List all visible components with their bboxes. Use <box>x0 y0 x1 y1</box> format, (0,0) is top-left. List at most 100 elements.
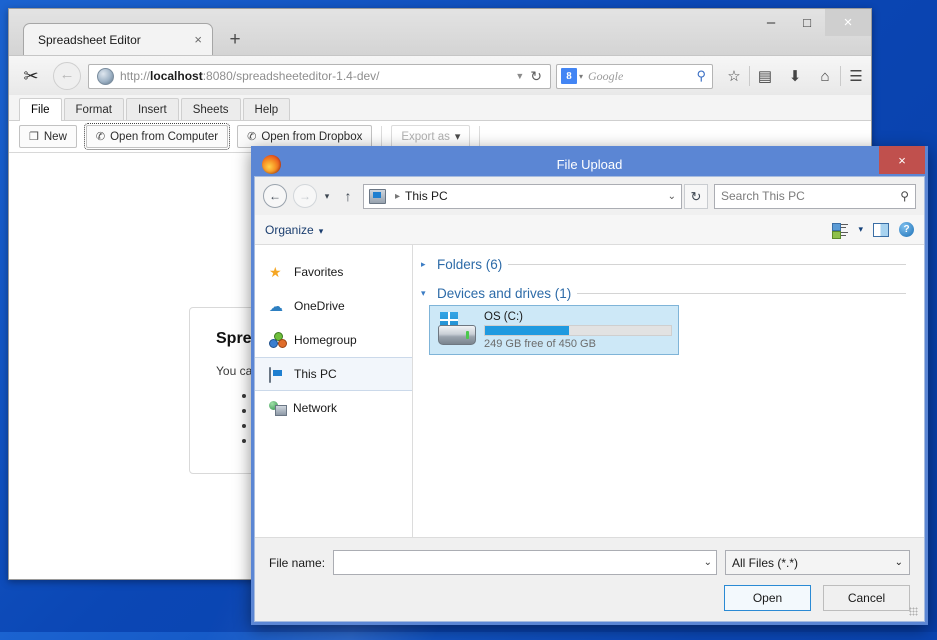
browser-navigation-toolbar: ✂ ← http://localhost:8080/spreadsheetedi… <box>9 55 871 97</box>
forward-button: → <box>293 184 317 208</box>
file-name-text[interactable] <box>338 554 698 571</box>
browser-tab[interactable]: Spreadsheet Editor × <box>23 23 213 55</box>
tab-format[interactable]: Format <box>63 98 124 120</box>
group-devices-and-drives: ▾ Devices and drives (1) OS (C:) 249 GB … <box>421 286 924 355</box>
tab-help[interactable]: Help <box>242 98 291 120</box>
export-as-label: Export as <box>401 130 450 143</box>
toolbar-divider <box>479 125 481 148</box>
back-button[interactable]: ← <box>263 184 287 208</box>
sidebar-item-label: Homegroup <box>294 333 357 347</box>
dialog-title-bar[interactable]: File Upload × <box>254 146 925 179</box>
group-header[interactable]: ▸ Folders (6) <box>421 257 924 272</box>
group-divider <box>508 264 906 265</box>
export-as-button[interactable]: Export as ▾ <box>391 125 471 148</box>
open-button[interactable]: Open <box>724 585 811 611</box>
reload-icon[interactable]: ↻ <box>530 68 546 85</box>
scissors-icon[interactable]: ✂ <box>9 66 53 87</box>
sidebar-item-label: This PC <box>294 367 337 381</box>
new-button[interactable]: ❐ New <box>19 125 77 148</box>
drive-info: OS (C:) 249 GB free of 450 GB <box>484 311 672 350</box>
search-placeholder: Google <box>588 68 624 83</box>
refresh-button[interactable]: ↻ <box>684 183 708 209</box>
search-input[interactable]: Search This PC ⚲ <box>714 183 916 209</box>
sidebar-item-this-pc[interactable]: This PC <box>255 357 412 391</box>
chevron-down-icon[interactable]: ▾ <box>421 288 431 299</box>
cancel-button[interactable]: Cancel <box>823 585 910 611</box>
search-placeholder: Search This PC <box>721 189 805 203</box>
breadcrumb-location: This PC <box>405 189 448 203</box>
open-from-dropbox-button[interactable]: ✆ Open from Dropbox <box>237 125 373 148</box>
organize-button[interactable]: Organize ▾ <box>265 223 323 237</box>
url-text: http://localhost:8080/spreadsheeteditor-… <box>120 69 380 83</box>
tab-insert[interactable]: Insert <box>125 98 179 120</box>
breadcrumb[interactable]: ▸ This PC ⌄ <box>363 183 682 209</box>
chevron-down-icon[interactable]: ▾ <box>579 72 583 81</box>
this-pc-icon <box>369 188 386 204</box>
resize-grip[interactable] <box>909 607 918 616</box>
file-type-filter[interactable]: All Files (*.*) ⌄ <box>725 550 910 575</box>
chevron-down-icon[interactable]: ▼ <box>509 71 530 81</box>
dialog-address-row: ← → ▾ ↑ ▸ This PC ⌄ ↻ Search This PC ⚲ <box>255 177 924 215</box>
search-icon[interactable]: ⚲ <box>696 68 706 84</box>
search-icon: ⚲ <box>900 189 909 203</box>
close-icon[interactable]: × <box>194 32 202 47</box>
open-from-dropbox-label: Open from Dropbox <box>261 130 363 143</box>
sidebar-item-label: OneDrive <box>294 299 345 313</box>
file-name-row: File name: ⌄ All Files (*.*) ⌄ <box>269 550 910 575</box>
cloud-icon: ☁ <box>269 298 283 314</box>
maximize-button[interactable]: □ <box>789 9 825 36</box>
chevron-right-icon[interactable]: ▸ <box>421 259 431 270</box>
tab-sheets[interactable]: Sheets <box>180 98 241 120</box>
sidebar-item-network[interactable]: Network <box>255 391 412 425</box>
minimize-button[interactable]: – <box>753 9 789 44</box>
dialog-title: File Upload <box>556 156 623 172</box>
folder-open-icon: ✆ <box>247 131 257 143</box>
sidebar-item-label: Network <box>293 401 338 415</box>
bookmark-star-icon[interactable]: ☆ <box>719 67 749 85</box>
sidebar-item-label: Favorites <box>294 265 344 279</box>
group-folders: ▸ Folders (6) <box>421 257 924 272</box>
preview-pane-icon[interactable] <box>873 222 889 237</box>
view-controls: ▾ ? <box>832 222 914 239</box>
hamburger-menu-icon[interactable]: ☰ <box>841 67 871 85</box>
chevron-down-icon[interactable]: ⌄ <box>698 557 712 568</box>
group-divider <box>577 293 906 294</box>
chevron-down-icon[interactable]: ▾ <box>858 224 863 235</box>
file-upload-dialog: File Upload × ← → ▾ ↑ ▸ This PC ⌄ ↻ Sear… <box>251 146 928 625</box>
view-layout-icon[interactable] <box>832 222 849 239</box>
up-button[interactable]: ↑ <box>337 188 359 204</box>
recent-locations-icon[interactable]: ▾ <box>317 191 337 202</box>
chevron-down-icon: ▾ <box>454 131 461 143</box>
star-icon: ★ <box>269 264 282 280</box>
address-bar[interactable]: http://localhost:8080/spreadsheeteditor-… <box>88 63 551 89</box>
help-icon[interactable]: ? <box>899 222 914 237</box>
file-type-filter-value: All Files (*.*) <box>732 555 799 570</box>
sidebar-item-favorites[interactable]: ★ Favorites <box>255 255 412 289</box>
drive-capacity-bar <box>484 324 672 336</box>
window-controls: – □ × <box>753 9 871 39</box>
window-close-button[interactable]: × <box>825 9 871 36</box>
downloads-icon[interactable]: ⬇ <box>780 67 810 85</box>
back-button[interactable]: ← <box>53 62 81 90</box>
drive-name: OS (C:) <box>484 310 523 323</box>
home-icon[interactable]: ⌂ <box>810 68 840 85</box>
open-from-computer-button[interactable]: ✆ Open from Computer <box>83 123 231 150</box>
group-header[interactable]: ▾ Devices and drives (1) <box>421 286 924 301</box>
this-pc-icon <box>269 366 286 383</box>
group-label: Devices and drives (1) <box>437 286 572 301</box>
open-from-computer-label: Open from Computer <box>110 130 219 143</box>
reader-mode-icon[interactable]: ▤ <box>750 67 780 85</box>
browser-search-box[interactable]: 8 ▾ Google ⚲ <box>556 63 713 89</box>
app-tab-bar: File Format Insert Sheets Help <box>9 95 871 121</box>
sidebar-item-onedrive[interactable]: ☁ OneDrive <box>255 289 412 323</box>
google-icon[interactable]: 8 <box>561 68 577 84</box>
homegroup-icon <box>269 332 287 348</box>
chevron-down-icon[interactable]: ⌄ <box>668 191 676 202</box>
sidebar-item-homegroup[interactable]: Homegroup <box>255 323 412 357</box>
hard-drive-icon <box>436 311 478 349</box>
dialog-close-button[interactable]: × <box>879 146 925 174</box>
tab-file[interactable]: File <box>19 98 62 121</box>
drive-item-os-c[interactable]: OS (C:) 249 GB free of 450 GB <box>429 305 679 355</box>
file-name-input[interactable]: ⌄ <box>333 550 717 575</box>
new-tab-button[interactable]: + <box>223 29 247 53</box>
